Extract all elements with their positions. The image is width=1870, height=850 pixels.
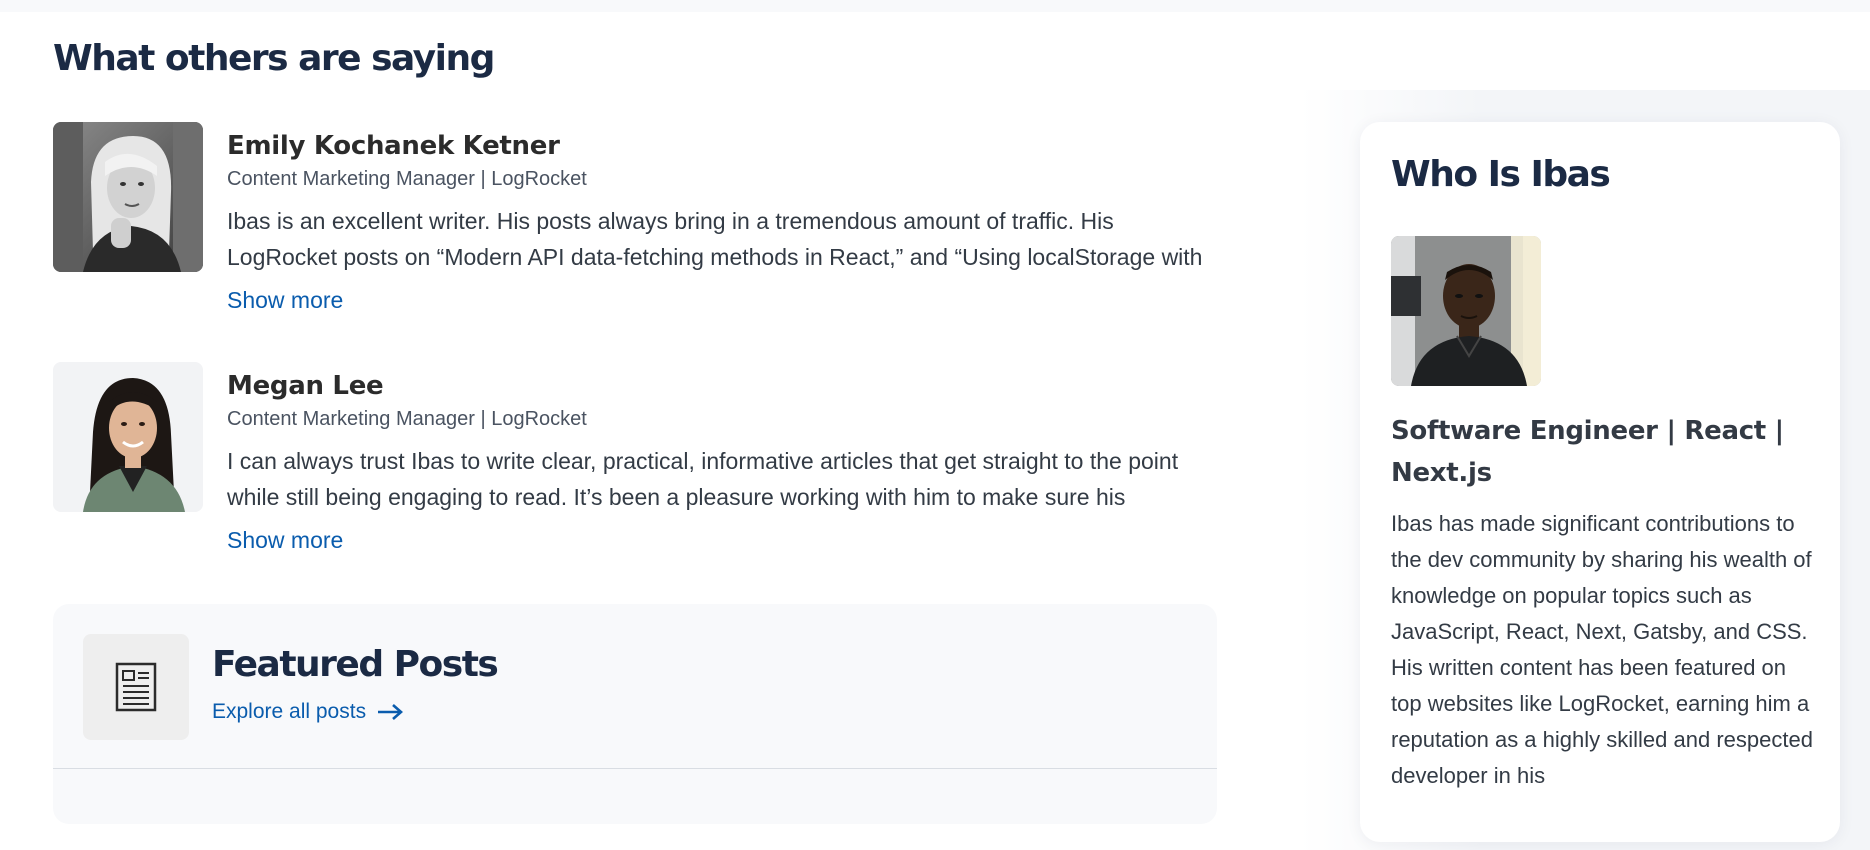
top-strip bbox=[0, 0, 1870, 12]
section-title: What others are saying bbox=[53, 38, 495, 79]
testimonial-card: Megan Lee Content Marketing Manager | Lo… bbox=[53, 362, 1233, 572]
who-is-card: Who Is Ibas Software Engineer | React | … bbox=[1360, 122, 1840, 842]
author-bio: Ibas has made significant contributions … bbox=[1391, 511, 1813, 788]
author-role: Software Engineer | React | Next.js bbox=[1391, 416, 1784, 488]
show-more-link[interactable]: Show more bbox=[227, 527, 343, 554]
avatar bbox=[53, 122, 203, 272]
explore-all-posts-label: Explore all posts bbox=[212, 700, 367, 723]
testimonial-card: Emily Kochanek Ketner Content Marketing … bbox=[53, 122, 1233, 332]
avatar bbox=[53, 362, 203, 512]
testimonial-body: Emily Kochanek Ketner Content Marketing … bbox=[227, 122, 1227, 314]
who-is-title: Who Is Ibas bbox=[1391, 154, 1611, 195]
divider bbox=[53, 768, 1217, 769]
testimonial-name: Emily Kochanek Ketner bbox=[227, 131, 560, 161]
testimonial-role: Content Marketing Manager | LogRocket bbox=[227, 408, 587, 430]
testimonial-name: Megan Lee bbox=[227, 371, 384, 401]
document-icon bbox=[83, 634, 189, 740]
featured-posts-panel: Featured Posts Explore all posts bbox=[53, 604, 1217, 824]
testimonial-body: Megan Lee Content Marketing Manager | Lo… bbox=[227, 362, 1227, 554]
explore-all-posts-link[interactable]: Explore all posts bbox=[212, 700, 404, 724]
testimonial-role: Content Marketing Manager | LogRocket bbox=[227, 168, 587, 190]
arrow-right-icon bbox=[378, 704, 404, 720]
show-more-link[interactable]: Show more bbox=[227, 287, 343, 314]
featured-posts-title: Featured Posts bbox=[212, 644, 499, 685]
author-photo bbox=[1391, 236, 1541, 386]
testimonial-quote: I can always trust Ibas to write clear, … bbox=[227, 448, 1179, 510]
testimonial-quote: Ibas is an excellent writer. His posts a… bbox=[227, 208, 1203, 270]
